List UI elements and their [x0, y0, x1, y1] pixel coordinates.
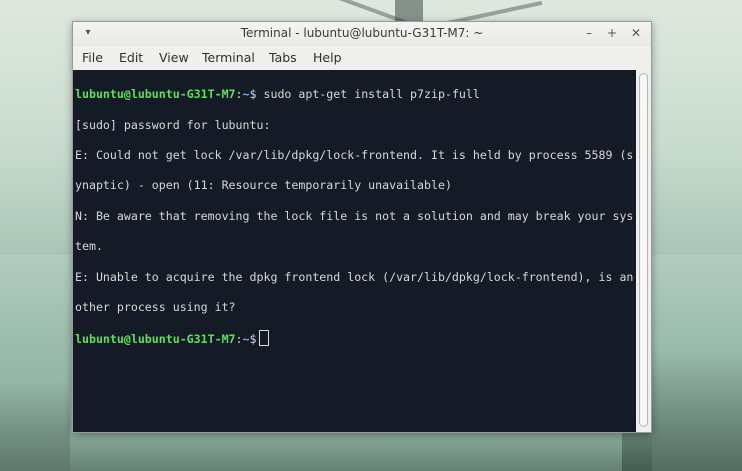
text-cursor — [258, 330, 269, 347]
prompt-symbol: $ — [249, 87, 257, 102]
maximize-icon[interactable]: + — [604, 25, 620, 41]
wallpaper-grass — [0, 381, 70, 471]
menu-help[interactable]: Help — [313, 50, 342, 65]
terminal-output-area[interactable]: lubuntu@lubuntu-G31T-M7:~$ sudo apt-get … — [73, 70, 636, 432]
terminal-output-line: E: Unable to acquire the dpkg frontend l… — [75, 269, 634, 284]
close-icon[interactable]: ✕ — [628, 25, 644, 41]
window-title: Terminal - lubuntu@lubuntu-G31T-M7: ~ — [240, 26, 484, 40]
window-titlebar[interactable]: ▾ Terminal - lubuntu@lubuntu-G31T-M7: ~ … — [73, 22, 651, 46]
terminal-output-line: [sudo] password for lubuntu: — [75, 117, 271, 132]
prompt-path: ~ — [242, 332, 250, 347]
menubar: File Edit View Terminal Tabs Help — [73, 46, 651, 70]
minimize-icon[interactable]: – — [581, 25, 597, 41]
terminal-output-line: ynaptic) - open (11: Resource temporaril… — [75, 178, 452, 193]
prompt-path: ~ — [242, 87, 250, 102]
command-text: sudo apt-get install p7zip-full — [256, 87, 480, 102]
terminal-prompt-line[interactable]: lubuntu@lubuntu-G31T-M7:~$ — [75, 330, 636, 347]
menu-edit[interactable]: Edit — [119, 50, 143, 65]
prompt-separator: : — [235, 87, 243, 102]
menu-view[interactable]: View — [159, 50, 189, 65]
scrollbar-thumb[interactable] — [639, 73, 648, 427]
terminal-output-line: E: Could not get lock /var/lib/dpkg/lock… — [75, 148, 634, 163]
prompt-separator: : — [235, 332, 243, 347]
terminal-window[interactable]: ▾ Terminal - lubuntu@lubuntu-G31T-M7: ~ … — [72, 21, 652, 433]
terminal-command-line: lubuntu@lubuntu-G31T-M7:~$ sudo apt-get … — [75, 87, 636, 102]
prompt-user-host: lubuntu@lubuntu-G31T-M7 — [75, 87, 236, 102]
wallpaper-grass — [70, 431, 652, 471]
terminal-output-line: tem. — [75, 239, 103, 254]
terminal-output-line: other process using it? — [75, 300, 236, 315]
terminal-scrollbar[interactable] — [636, 70, 651, 432]
menu-file[interactable]: File — [82, 50, 103, 65]
menu-tabs[interactable]: Tabs — [269, 50, 297, 65]
menu-terminal[interactable]: Terminal — [202, 50, 255, 65]
terminal-output-line: N: Be aware that removing the lock file … — [75, 208, 634, 223]
prompt-symbol: $ — [249, 332, 257, 347]
prompt-user-host: lubuntu@lubuntu-G31T-M7 — [75, 332, 236, 347]
